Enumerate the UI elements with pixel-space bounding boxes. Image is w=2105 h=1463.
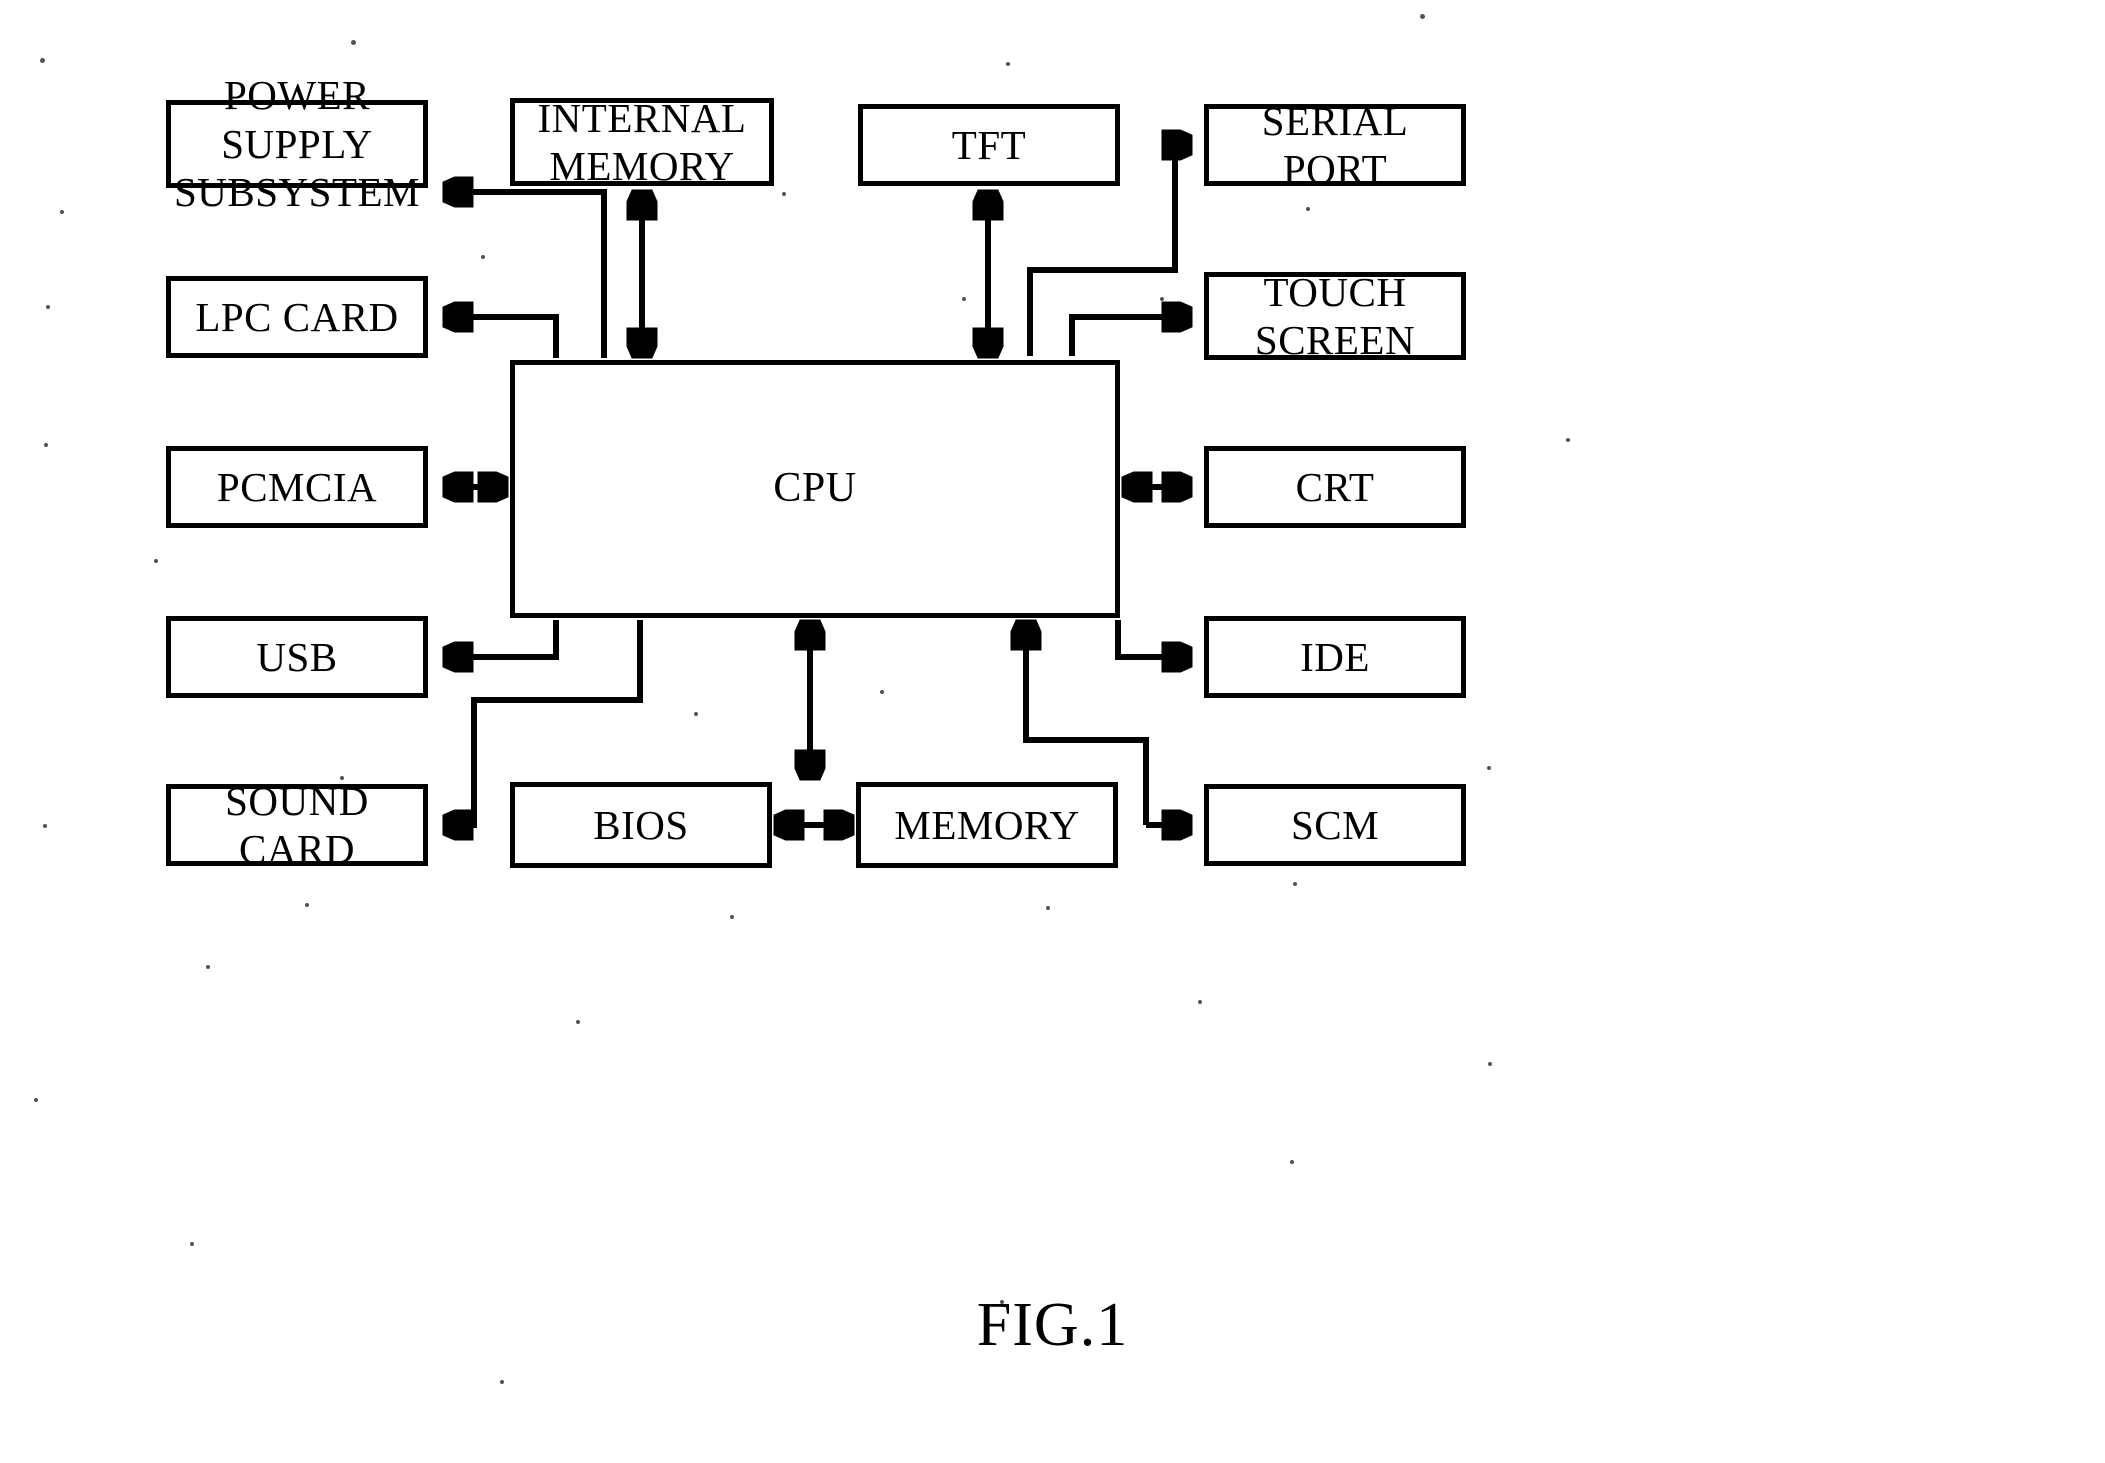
node-bios: BIOS: [510, 782, 772, 868]
scan-speckle: [1293, 882, 1297, 886]
connector-cpu-ide: [1115, 620, 1190, 657]
connector-cpu-touch-screen: [1069, 317, 1190, 356]
scan-speckle: [60, 210, 64, 214]
node-serial-port: SERIAL PORT: [1204, 98, 1466, 192]
node-ide: IDE: [1204, 616, 1466, 698]
node-label: MEMORY: [894, 801, 1080, 848]
scan-speckle: [500, 1380, 504, 1384]
scan-speckle: [351, 40, 356, 45]
scan-speckle: [1046, 906, 1050, 910]
node-crt: CRT: [1204, 446, 1466, 528]
scan-speckle: [962, 297, 966, 301]
node-label: USB: [256, 633, 338, 680]
scan-speckle: [1420, 14, 1425, 19]
scan-speckle: [1566, 438, 1570, 442]
scan-speckle: [782, 192, 786, 196]
scan-speckle: [1488, 1062, 1492, 1066]
node-internal-memory: INTERNAL MEMORY: [510, 95, 774, 189]
node-scm: SCM: [1204, 784, 1466, 866]
scan-speckle: [34, 1098, 38, 1102]
node-label: TFT: [951, 121, 1027, 168]
node-label: CRT: [1295, 463, 1375, 510]
scan-speckle: [1198, 1000, 1202, 1004]
scan-speckle: [154, 559, 158, 563]
scan-speckle: [694, 712, 698, 716]
figure-caption: FIG.1: [976, 1291, 1129, 1359]
scan-speckle: [46, 305, 50, 309]
node-label: PCMCIA: [216, 463, 378, 510]
node-label: POWER SUPPLY SUBSYSTEM: [174, 72, 421, 216]
scan-speckle: [1290, 1160, 1294, 1164]
scan-speckle: [190, 1242, 194, 1246]
node-label: LPC CARD: [195, 293, 399, 340]
scan-speckle: [43, 824, 47, 828]
node-label: INTERNAL MEMORY: [537, 94, 747, 189]
node-memory: MEMORY: [856, 782, 1118, 868]
scan-speckle: [1160, 297, 1164, 301]
node-cpu: CPU: [510, 360, 1120, 618]
figure-canvas: POWER SUPPLY SUBSYSTEM INTERNAL MEMORY T…: [0, 0, 2105, 1463]
scan-speckle: [44, 443, 48, 447]
node-label: SCM: [1290, 801, 1380, 848]
node-usb: USB: [166, 616, 428, 698]
scan-speckle: [1006, 62, 1010, 66]
node-sound-card: SOUND CARD: [166, 778, 428, 872]
scan-speckle: [305, 903, 309, 907]
node-pcmcia: PCMCIA: [166, 446, 428, 528]
scan-speckle: [40, 58, 45, 63]
scan-speckle: [880, 690, 884, 694]
connector-cpu-lpc-card: [445, 317, 559, 358]
scan-speckle: [1487, 766, 1491, 770]
scan-speckle: [481, 255, 485, 259]
node-label: IDE: [1300, 633, 1370, 680]
node-tft: TFT: [858, 104, 1120, 186]
connector-layer: [0, 0, 2105, 1463]
node-label: CPU: [773, 465, 857, 512]
node-label: SERIAL PORT: [1261, 97, 1409, 192]
connector-cpu-usb: [445, 620, 559, 657]
scan-speckle: [730, 915, 734, 919]
node-power-supply-subsystem: POWER SUPPLY SUBSYSTEM: [166, 72, 428, 215]
scan-speckle: [1306, 207, 1310, 211]
connector-cpu-power-supply: [445, 192, 607, 358]
node-touch-screen: TOUCH SCREEN: [1204, 269, 1466, 363]
scan-speckle: [1000, 1300, 1004, 1304]
node-label: BIOS: [593, 801, 689, 848]
node-label: TOUCH SCREEN: [1254, 268, 1416, 363]
node-label: SOUND CARD: [225, 777, 369, 872]
scan-speckle: [206, 965, 210, 969]
scan-speckle: [576, 1020, 580, 1024]
node-lpc-card: LPC CARD: [166, 276, 428, 358]
